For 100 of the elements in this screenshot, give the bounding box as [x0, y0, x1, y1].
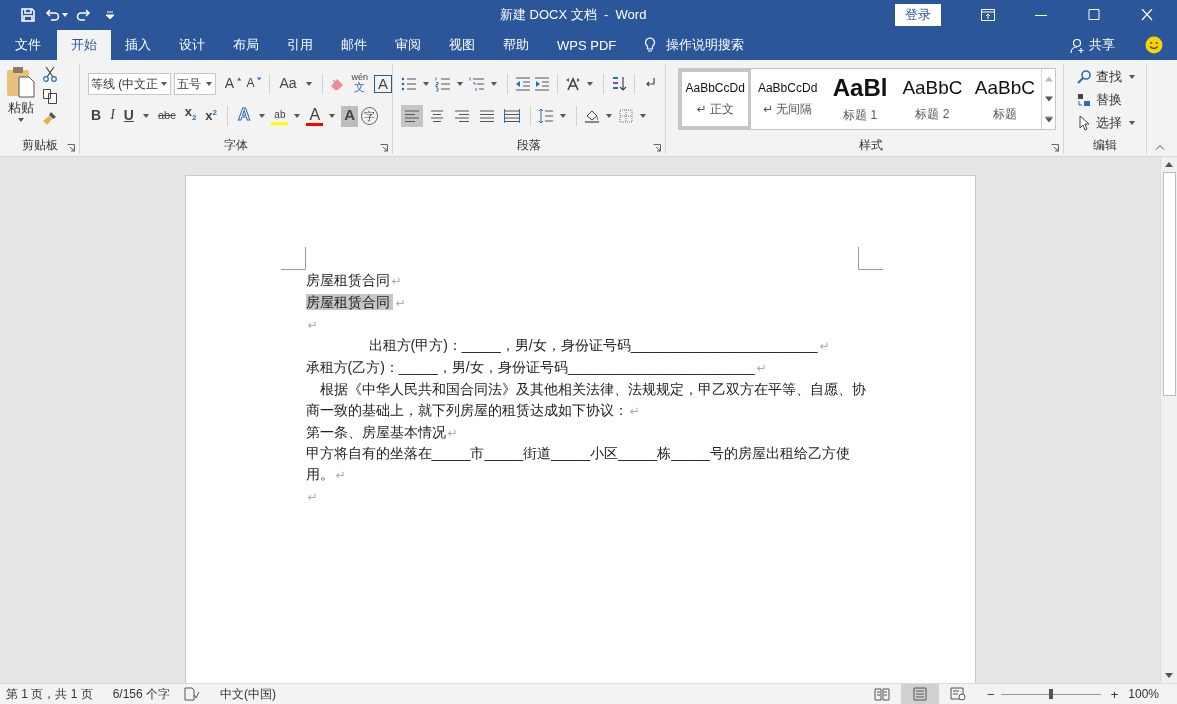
copy-icon[interactable] [42, 88, 58, 104]
group-label: 段落 [517, 136, 541, 154]
caret-icon[interactable] [305, 82, 312, 86]
style-item[interactable]: AaBl 标题 1 [823, 69, 897, 129]
caret-icon[interactable] [294, 114, 301, 118]
cursor-icon [1076, 115, 1092, 131]
group-label: 字体 [224, 136, 248, 154]
font-tool-button[interactable]: A [341, 105, 358, 127]
zoom-in-button[interactable]: + [1110, 686, 1119, 702]
ribbon-tab[interactable]: 插入 [111, 30, 165, 60]
document-paragraph: 第一条、房屋基本情况↵ [305, 422, 459, 442]
scrollbar-thumb[interactable] [1162, 172, 1176, 396]
dialog-launcher-icon[interactable] [67, 144, 75, 152]
word-count[interactable]: 6/156 个字 [112, 685, 171, 703]
font-tool-button[interactable]: A [306, 106, 324, 126]
font-tool-button[interactable]: A [222, 73, 235, 95]
undo-icon[interactable] [44, 7, 60, 23]
ribbon-display-icon[interactable] [981, 9, 995, 21]
font-tool-button[interactable]: Aa [276, 73, 300, 95]
ribbon-tab[interactable]: 设计 [165, 30, 219, 60]
caret-icon[interactable] [606, 114, 612, 118]
caret-icon[interactable] [587, 82, 593, 86]
dialog-launcher-icon[interactable] [1051, 144, 1059, 152]
dialog-launcher-icon[interactable] [380, 144, 388, 152]
caret-icon[interactable] [640, 114, 646, 118]
font-tool-button[interactable]: A [373, 75, 392, 93]
smiley-icon[interactable] [1145, 36, 1163, 54]
ribbon-tab[interactable]: 布局 [219, 30, 273, 60]
style-item[interactable]: AaBbC 标题 2 [896, 69, 969, 129]
bullets-icon[interactable] [401, 76, 417, 92]
language-indicator[interactable]: 中文(中国) [220, 685, 277, 703]
text-direction-icon[interactable] [565, 76, 581, 92]
ribbon-tab[interactable]: 文件 [0, 30, 57, 60]
style-item[interactable]: AaBbC 标题 [968, 69, 1042, 129]
select-button[interactable]: 选择 [1096, 114, 1122, 132]
print-layout-icon[interactable] [901, 684, 940, 704]
document-paragraph: 房屋租赁合同↵ [305, 271, 403, 290]
redo-icon[interactable] [76, 7, 92, 23]
caret-icon[interactable] [491, 82, 497, 86]
replace-button[interactable]: 替换 [1096, 91, 1122, 109]
font-tool-button[interactable]: abc [154, 105, 179, 127]
login-button[interactable]: 登录 [895, 4, 941, 26]
caret-icon[interactable] [457, 82, 463, 86]
find-button[interactable]: 查找 [1096, 68, 1122, 86]
document-paragraph: 根据《中华人民共和国合同法》及其他相关法律、法规规定，甲乙双方在平等、自愿、协商一致的基础上，就下列房屋的租赁达成如下协议：↵ [305, 380, 867, 420]
group-label: 剪贴板 [21, 136, 58, 154]
caret-icon[interactable] [142, 114, 149, 118]
paste-button[interactable]: 粘贴 [4, 64, 38, 136]
cut-icon[interactable] [42, 66, 58, 82]
font-tool-button[interactable]: x$_{2}$ [181, 102, 200, 130]
page-count[interactable]: 第 1 页，共 1 页 [6, 685, 93, 703]
proofing-icon[interactable] [184, 687, 201, 701]
dialog-launcher-icon[interactable] [653, 144, 661, 152]
font-tool-button[interactable]: wén 文 [348, 72, 371, 96]
share-button[interactable]: 共享 [1089, 30, 1115, 60]
line-spacing-icon[interactable] [538, 108, 554, 124]
document-paragraph: 出租方(甲方)：_____，男/女，身份证号码________________________↵ [367, 336, 831, 356]
document-paragraph: ↵ [306, 488, 319, 506]
replace-icon [1076, 92, 1092, 108]
ribbon-tab[interactable]: 邮件 [327, 30, 381, 60]
caret-icon[interactable] [1129, 121, 1135, 125]
group-label: 编辑 [1093, 136, 1117, 154]
zoom-out-button[interactable]: − [987, 686, 995, 702]
multilevel-list-icon[interactable] [469, 76, 485, 92]
tell-me-search[interactable]: 操作说明搜索 [666, 30, 745, 60]
alignment-button[interactable] [401, 105, 423, 127]
style-item[interactable]: AaBbCcDd ↵ 正文 [679, 69, 752, 129]
zoom-level[interactable]: 100% [1128, 687, 1159, 701]
ribbon-tab[interactable]: 开始 [57, 30, 111, 60]
caret-icon[interactable] [560, 114, 566, 118]
caret-icon[interactable] [329, 114, 336, 118]
numbering-icon[interactable] [435, 76, 451, 92]
font-name-field[interactable]: 等线 (中文正 [88, 73, 172, 95]
caret-icon[interactable] [62, 13, 68, 17]
ribbon-tab[interactable]: 视图 [435, 30, 489, 60]
ribbon-tab[interactable]: 审阅 [381, 30, 435, 60]
caret-icon[interactable] [259, 114, 266, 118]
increase-indent-icon[interactable] [534, 76, 550, 92]
ribbon-tab[interactable]: 帮助 [489, 30, 543, 60]
ribbon-tab[interactable]: WPS PDF [543, 30, 631, 60]
font-tool-button[interactable]: U [120, 105, 137, 127]
sort-icon[interactable] [611, 76, 627, 92]
font-tool-button[interactable]: ab [271, 107, 289, 125]
font-tool-button[interactable]: x$^{2}$ [202, 103, 221, 129]
font-tool-button[interactable]: B [88, 105, 105, 127]
font-size-field[interactable]: 五号 [174, 73, 216, 95]
font-tool-button[interactable]: I [107, 105, 118, 127]
close-icon[interactable] [1140, 9, 1154, 21]
style-item[interactable]: AaBbCcDd ↵ 无间隔 [751, 69, 824, 129]
caret-icon[interactable] [1129, 75, 1135, 79]
paintbrush-icon[interactable] [42, 110, 58, 126]
save-icon[interactable] [20, 7, 36, 23]
text-lines-icon [404, 108, 420, 124]
font-tool-button[interactable]: A [244, 73, 255, 95]
paint-bucket-icon[interactable] [584, 108, 600, 124]
ribbon-tab[interactable]: 引用 [273, 30, 327, 60]
decrease-indent-icon[interactable] [515, 76, 531, 92]
maximize-icon[interactable] [1087, 9, 1101, 21]
caret-icon[interactable] [423, 82, 429, 86]
customize-icon[interactable] [106, 11, 114, 19]
